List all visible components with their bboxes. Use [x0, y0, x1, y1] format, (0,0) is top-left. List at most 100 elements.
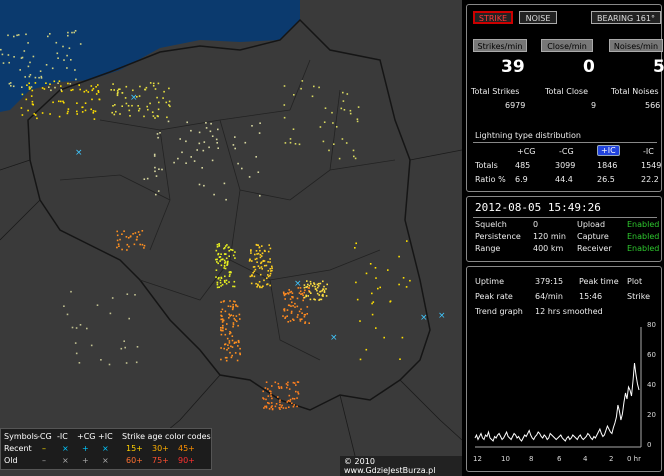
stats-box: Uptime 379:15 Peak time Plot Peak rate 6… — [466, 266, 662, 472]
strike-dot — [72, 88, 74, 91]
noises-count: 5 — [653, 57, 664, 77]
strike-dot — [198, 183, 201, 186]
copyright-text: © 2010 www.GdzieJestBurza.pl — [340, 456, 462, 476]
strike-dot — [308, 287, 310, 289]
close-per-min-button[interactable]: Close/min — [541, 39, 593, 52]
strike-dot — [90, 344, 93, 347]
strike-dot — [230, 314, 232, 316]
strike-dot — [234, 251, 236, 253]
strike-dot — [375, 327, 377, 329]
strike-dot — [255, 156, 257, 158]
strike-dot — [28, 88, 31, 90]
strike-dot — [297, 391, 299, 393]
strike-dot — [0, 48, 2, 51]
strike-dot — [288, 406, 290, 408]
strike-dot — [279, 399, 281, 401]
strike-dot — [319, 298, 321, 301]
strike-dot — [158, 168, 160, 170]
strike-dot — [264, 250, 266, 252]
strike-dot — [91, 89, 94, 92]
strike-dot — [287, 304, 290, 306]
strike-dot — [132, 233, 134, 235]
strike-dot — [316, 292, 319, 295]
strike-dot — [323, 121, 326, 123]
strike-dot — [301, 292, 304, 295]
strike-dot — [226, 323, 228, 325]
strike-button[interactable]: STRIKE — [473, 11, 513, 24]
strike-dot — [250, 252, 252, 254]
noises-per-min-button[interactable]: Noises/min — [609, 39, 663, 52]
strike-dot — [168, 100, 171, 103]
strike-dot — [2, 62, 5, 64]
strike-dot — [259, 122, 261, 124]
strike-dot — [144, 88, 146, 91]
strike-dot — [149, 102, 151, 105]
strike-dot — [267, 261, 269, 263]
strike-dot — [221, 308, 224, 311]
strike-dot — [356, 120, 359, 123]
strike-dot — [269, 258, 271, 260]
strike-dot — [265, 406, 268, 409]
strike-dot — [237, 162, 239, 165]
strike-dot — [74, 69, 76, 71]
strike-dot — [295, 384, 297, 386]
strike-dot — [256, 286, 258, 288]
strike-dot — [342, 100, 345, 102]
strike-dot — [32, 103, 34, 106]
strike-dot — [267, 275, 270, 278]
strike-dot — [257, 283, 259, 286]
strike-dot — [203, 184, 205, 187]
strike-dot — [165, 101, 168, 104]
strike-dot — [66, 67, 68, 69]
strike-dot — [285, 383, 288, 385]
strike-dot — [375, 277, 377, 279]
header-plus-ic[interactable]: +IC — [597, 145, 620, 156]
strike-dot — [132, 89, 134, 92]
strike-dot — [127, 237, 130, 239]
strike-dot — [255, 282, 257, 285]
strike-dot — [278, 407, 281, 409]
strike-dot — [228, 275, 231, 277]
plot-label: Plot — [627, 277, 643, 286]
strike-dot — [60, 89, 62, 91]
strike-dot — [76, 110, 78, 113]
strike-dot — [257, 265, 260, 267]
strike-dot — [78, 84, 80, 86]
plot-value[interactable]: Strike — [627, 292, 650, 301]
strike-dot — [217, 128, 219, 131]
strike-dot — [67, 31, 69, 34]
strike-dot — [266, 283, 268, 286]
strike-dot — [267, 395, 270, 397]
strike-dot — [55, 41, 58, 44]
strike-dot — [186, 121, 188, 124]
total-close-label: Total Close — [545, 87, 589, 96]
strike-dot — [218, 244, 220, 247]
strikes-per-min-button[interactable]: Strikes/min — [473, 39, 527, 52]
strike-dot — [39, 70, 42, 72]
ratio-label: Ratio % — [475, 175, 506, 184]
strike-dot — [281, 404, 283, 407]
total-strikes-label: Total Strikes — [471, 87, 520, 96]
strike-dot — [228, 317, 230, 319]
symbols-legend: Symbols -CG -IC +CG +IC Strike age color… — [0, 428, 212, 470]
strike-dot — [231, 335, 234, 337]
strike-dot — [357, 106, 360, 108]
bearing-button[interactable]: BEARING 161° — [591, 11, 661, 24]
strike-dot — [314, 298, 316, 301]
strike-dot — [238, 341, 240, 344]
strike-dot — [287, 292, 289, 294]
strike-dot — [250, 249, 252, 251]
noise-button[interactable]: NOISE — [519, 11, 557, 24]
peak-time-value: 15:46 — [579, 292, 603, 301]
strike-dot — [156, 96, 158, 99]
strike-dot — [379, 286, 381, 289]
lightning-map[interactable]: × × × × × × Symbols -CG -IC +CG +IC Strike ag… — [0, 0, 462, 476]
persistence-value: 120 min — [533, 232, 566, 241]
strike-dot — [261, 252, 264, 255]
strike-dot — [283, 85, 286, 87]
strike-dot — [269, 390, 271, 392]
strike-dot — [116, 239, 119, 242]
strike-dot — [137, 231, 140, 233]
strike-dot — [290, 312, 293, 314]
strike-dot — [147, 108, 149, 111]
